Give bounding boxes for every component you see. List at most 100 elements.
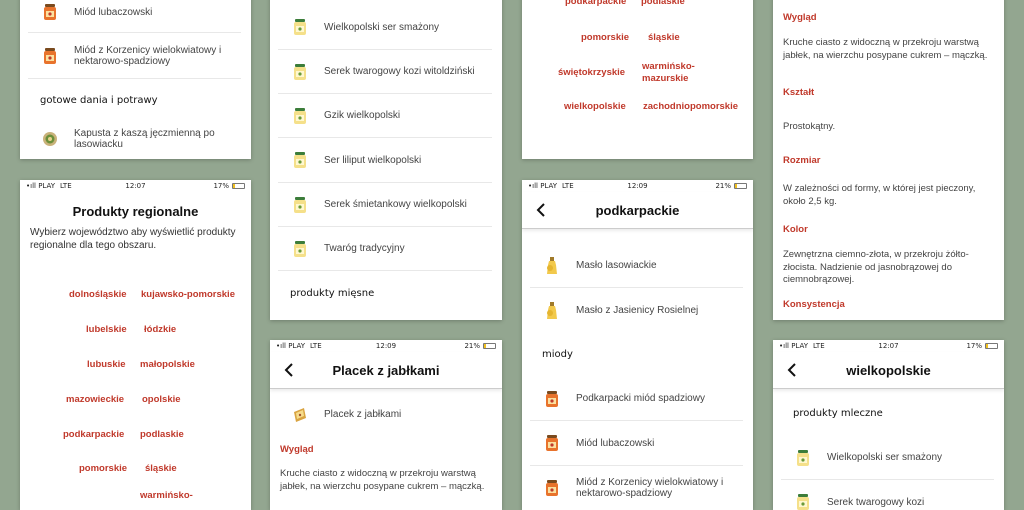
page-title: wielkopolskie [846,362,931,378]
list-item[interactable]: Podkarpacki miód spadziowy [530,377,743,421]
region-link[interactable]: podkarpackie [565,0,626,7]
screen-product-list-top-middle: Wielkopolski ser smażony Serek twarogowy… [270,0,502,320]
back-chevron-icon[interactable] [534,201,548,219]
region-link[interactable]: kujawsko-pomorskie [141,289,235,300]
honey-jar-icon [542,434,562,452]
status-bar: •ıll PLAY LTE 12:09 21% [270,340,502,352]
list-item[interactable]: Serek twarogowy kozi witoldziński [278,50,492,94]
screen-product-detail-right: Wygląd Kruche ciasto z widoczną w przekr… [773,0,1004,320]
region-link[interactable]: pomorskie [581,32,629,43]
region-link[interactable]: warmińsko-mazurskie [642,61,702,85]
list-item[interactable]: Gzik wielkopolski [278,94,492,138]
region-link[interactable]: śląskie [648,32,680,43]
list-item[interactable]: Miód z Korzenicy wielokwiatowy i nektaro… [530,466,743,510]
region-link[interactable]: podlaskie [140,429,184,440]
section-header: produkty mięsne [290,288,375,299]
region-link[interactable]: podkarpackie [63,429,124,440]
cheese-jar-icon [290,196,310,214]
cheese-jar-icon [290,63,310,81]
section-header: produkty mleczne [793,408,883,419]
list-item[interactable]: Placek z jabłkami [278,396,492,432]
honey-jar-icon [40,3,60,21]
page-description: Wybierz województwo aby wyświetlić produ… [30,227,236,251]
dish-icon [40,130,60,148]
back-chevron-icon[interactable] [282,361,296,379]
region-link[interactable]: mazowieckie [66,394,124,405]
list-item[interactable]: Serek śmietankowy wielkopolski [278,183,492,227]
region-link[interactable]: śląskie [145,463,177,474]
screen-region-list-top: podkarpackie podlaskie pomorskie śląskie… [522,0,753,159]
attribute-label: Wygląd [280,444,314,455]
region-link[interactable]: małopolskie [140,359,195,370]
region-link[interactable]: łódzkie [144,324,176,335]
screen-product-list-top-left: Miód lubaczowski Miód z Korzenicy wielok… [20,0,251,159]
list-item[interactable]: Miód z Korzenicy wielokwiatowy i nektaro… [28,33,241,79]
region-link[interactable]: podlaskie [641,0,685,7]
butter-bottle-icon [542,256,562,275]
screen-regional-products: •ıll PLAY LTE 12:07 17% Produkty regionalne… [20,180,251,510]
region-link[interactable]: lubelskie [86,324,127,335]
section-header: miody [542,349,573,360]
attribute-value: W zależności od formy, w której jest pie… [783,183,976,207]
attribute-label: Konsystencja [783,299,845,310]
attribute-label: Rozmiar [783,155,821,166]
region-link[interactable]: zachodniopomorskie [643,101,738,112]
cheese-jar-icon [290,240,310,258]
back-chevron-icon[interactable] [785,361,799,379]
battery-icon [483,343,496,349]
navigation-bar: podkarpackie [522,192,753,229]
list-item[interactable]: Ser liliput wielkopolski [278,138,492,183]
region-link[interactable]: świętokrzyskie [558,67,625,78]
region-link[interactable]: wielkopolskie [564,101,626,112]
region-link[interactable]: opolskie [142,394,181,405]
list-item[interactable]: Masło lasowiackie [530,244,743,288]
battery-icon [734,183,747,189]
list-item[interactable]: Serek twarogowy kozi [781,480,994,510]
honey-jar-icon [542,390,562,408]
list-item[interactable]: Masło z Jasienicy Rosielnej [530,288,743,333]
battery-icon [232,183,245,189]
attribute-label: Kolor [783,224,808,235]
region-link[interactable]: dolnośląskie [69,289,127,300]
status-bar: •ıll PLAY LTE 12:09 21% [522,180,753,192]
attribute-value: Kruche ciasto z widoczną w przekroju war… [783,37,988,61]
status-bar: •ıll PLAY LTE 12:07 17% [20,180,251,192]
attribute-value: Prostokątny. [783,121,836,132]
page-title: podkarpackie [595,202,680,218]
region-link[interactable]: warmińsko- [140,490,193,501]
cake-icon [290,405,310,423]
battery: 21% [715,182,747,190]
list-item[interactable]: Kapusta z kaszą jęczmienną po lasowiacku [28,120,241,158]
honey-jar-icon [542,479,562,497]
battery: 17% [213,182,245,190]
cheese-jar-icon [290,107,310,125]
screen-region-podkarpackie: •ıll PLAY LTE 12:09 21% podkarpackie Masło … [522,180,753,510]
battery-icon [985,343,998,349]
region-link[interactable]: lubuskie [87,359,126,370]
list-item[interactable]: Wielkopolski ser smażony [781,436,994,480]
navigation-bar: wielkopolskie [773,352,1004,389]
screen-product-detail: •ıll PLAY LTE 12:09 21% Placek z jabłkami P… [270,340,502,510]
cheese-jar-icon [290,151,310,169]
honey-jar-icon [40,47,60,65]
status-bar: •ıll PLAY LTE 12:07 17% [773,340,1004,352]
attribute-value: Kruche ciasto z widoczną w przekroju war… [280,468,485,492]
attribute-value: Zewnętrzna ciemno-złota, w przekroju żół… [783,249,969,285]
region-link[interactable]: pomorskie [79,463,127,474]
navigation-bar: Placek z jabłkami [270,352,502,389]
cheese-jar-icon [290,18,310,36]
butter-bottle-icon [542,301,562,320]
battery: 21% [464,342,496,350]
list-item[interactable]: Miód lubaczowski [28,0,241,33]
battery: 17% [966,342,998,350]
attribute-label: Wygląd [783,12,817,23]
cheese-jar-icon [793,493,813,510]
list-item[interactable]: Twaróg tradycyjny [278,227,492,271]
page-title: Produkty regionalne [72,204,199,219]
section-header: gotowe dania i potrawy [40,95,158,106]
list-item[interactable]: Wielkopolski ser smażony [278,5,492,50]
screen-region-wielkopolskie: •ıll PLAY LTE 12:07 17% wielkopolskie produ… [773,340,1004,510]
attribute-label: Kształt [783,87,815,98]
list-item[interactable]: Miód lubaczowski [530,421,743,466]
cheese-jar-icon [793,449,813,467]
